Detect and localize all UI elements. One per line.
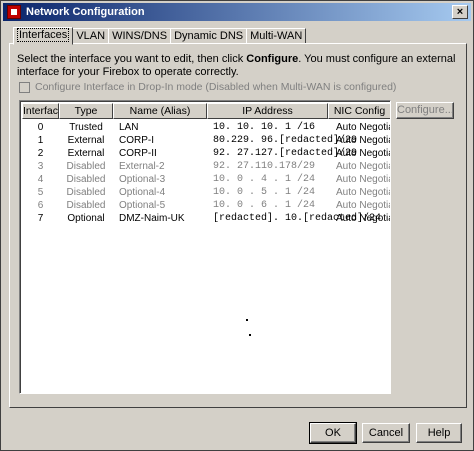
stray-pixel bbox=[246, 319, 248, 321]
cell-nic: Auto Negotiate bbox=[336, 148, 390, 159]
cell-interface: 6 bbox=[37, 200, 44, 211]
cell-interface: 5 bbox=[37, 187, 44, 198]
cell-type: External bbox=[67, 148, 105, 159]
cell-ip: 10. 0 . 6 . 1 /24 bbox=[213, 200, 316, 211]
table-row[interactable]: 2 External CORP-II 92. 27.127.[redacted]… bbox=[22, 147, 390, 160]
cell-interface: 1 bbox=[37, 135, 44, 146]
instructions-text: Select the interface you want to edit, t… bbox=[17, 53, 457, 79]
column-header-ip-address[interactable]: IP Address bbox=[207, 103, 328, 119]
cell-ip: 10. 0 . 4 . 1 /24 bbox=[213, 174, 316, 185]
cell-ip: [redacted]. 10.[redacted]/24 bbox=[213, 213, 382, 224]
ok-button[interactable]: OK bbox=[309, 422, 357, 444]
tab-vlan[interactable]: VLAN bbox=[72, 28, 110, 44]
cell-interface: 2 bbox=[37, 148, 44, 159]
cell-interface: 7 bbox=[37, 213, 44, 224]
cell-name: CORP-II bbox=[119, 148, 157, 159]
cell-name: Optional-4 bbox=[119, 187, 166, 198]
table-row[interactable]: 7 Optional DMZ-Naim-UK [redacted]. 10.[r… bbox=[22, 212, 390, 225]
dropin-mode-label: Configure Interface in Drop-In mode (Dis… bbox=[35, 81, 397, 93]
cell-ip: 80.229. 96.[redacted]/29 bbox=[213, 135, 358, 146]
cell-type: External bbox=[67, 135, 105, 146]
table-row[interactable]: 4 Disabled Optional-3 10. 0 . 4 . 1 /24 … bbox=[22, 173, 390, 186]
cell-type: Optional bbox=[67, 213, 105, 224]
dropin-mode-checkbox bbox=[19, 81, 30, 93]
cancel-button[interactable]: Cancel bbox=[362, 423, 410, 443]
network-configuration-dialog: Network Configuration × Interfaces VLAN … bbox=[0, 0, 474, 451]
cell-interface: 0 bbox=[37, 122, 44, 133]
column-header-type[interactable]: Type bbox=[59, 103, 113, 119]
cell-nic: Auto Negotiate bbox=[336, 200, 390, 211]
title-bar[interactable]: Network Configuration × bbox=[3, 3, 471, 21]
table-row[interactable]: 3 Disabled External-2 92. 27.110.178/29 … bbox=[22, 160, 390, 173]
cell-type: Disabled bbox=[66, 161, 106, 172]
cell-ip: 92. 27.127.[redacted]/29 bbox=[213, 148, 358, 159]
cell-nic: Auto Negotiate bbox=[336, 174, 390, 185]
list-header: Interface Type Name (Alias) IP Address N… bbox=[22, 103, 390, 119]
cell-name: External-2 bbox=[119, 161, 165, 172]
cell-nic: Auto Negotiate bbox=[336, 213, 390, 224]
cell-type: Disabled bbox=[66, 200, 106, 211]
cell-ip: 10. 0 . 5 . 1 /24 bbox=[213, 187, 316, 198]
instructions-emphasis: Configure bbox=[246, 53, 299, 65]
cell-type: Disabled bbox=[66, 174, 106, 185]
cell-name: Optional-3 bbox=[119, 174, 166, 185]
tab-interfaces-label: Interfaces bbox=[17, 28, 70, 42]
cell-type: Trusted bbox=[69, 122, 103, 133]
tab-interfaces[interactable]: Interfaces bbox=[13, 27, 74, 45]
dropin-mode-option: Configure Interface in Drop-In mode (Dis… bbox=[19, 81, 396, 93]
cell-name: DMZ-Naim-UK bbox=[119, 213, 185, 224]
window-title: Network Configuration bbox=[26, 6, 145, 18]
cell-nic: Auto Negotiate bbox=[336, 135, 390, 146]
interfaces-list[interactable]: Interface Type Name (Alias) IP Address N… bbox=[19, 100, 391, 394]
instructions-part1: Select the interface you want to edit, t… bbox=[17, 53, 247, 65]
stray-pixel bbox=[249, 334, 251, 336]
cell-ip: 10. 10. 10. 1 /16 bbox=[213, 122, 316, 133]
cell-nic: Auto Negotiate bbox=[336, 161, 390, 172]
cell-type: Disabled bbox=[66, 187, 106, 198]
configure-button[interactable]: Configure... bbox=[396, 102, 454, 119]
table-row[interactable]: 0 Trusted LAN 10. 10. 10. 1 /16 Auto Neg… bbox=[22, 121, 390, 134]
help-button[interactable]: Help bbox=[416, 423, 462, 443]
table-row[interactable]: 5 Disabled Optional-4 10. 0 . 5 . 1 /24 … bbox=[22, 186, 390, 199]
cell-nic: Auto Negotiate bbox=[336, 122, 390, 133]
cell-interface: 3 bbox=[37, 161, 44, 172]
cell-name: LAN bbox=[119, 122, 139, 133]
cell-interface: 4 bbox=[37, 174, 44, 185]
cell-ip: 92. 27.110.178/29 bbox=[213, 161, 316, 172]
column-header-name[interactable]: Name (Alias) bbox=[113, 103, 207, 119]
close-button[interactable]: × bbox=[452, 5, 468, 19]
cell-name: CORP-I bbox=[119, 135, 154, 146]
tab-dynamic-dns[interactable]: Dynamic DNS bbox=[170, 28, 248, 44]
cell-nic: Auto Negotiate bbox=[336, 187, 390, 198]
table-row[interactable]: 1 External CORP-I 80.229. 96.[redacted]/… bbox=[22, 134, 390, 147]
firebox-app-icon bbox=[7, 5, 21, 19]
column-header-interface[interactable]: Interface bbox=[22, 103, 59, 119]
tab-wins-dns[interactable]: WINS/DNS bbox=[108, 28, 172, 44]
column-header-nic-config[interactable]: NIC Config bbox=[328, 103, 390, 119]
tab-multi-wan[interactable]: Multi-WAN bbox=[246, 28, 307, 44]
table-row[interactable]: 6 Disabled Optional-5 10. 0 . 6 . 1 /24 … bbox=[22, 199, 390, 212]
tab-strip: Interfaces VLAN WINS/DNS Dynamic DNS Mul… bbox=[13, 27, 307, 45]
cell-name: Optional-5 bbox=[119, 200, 166, 211]
